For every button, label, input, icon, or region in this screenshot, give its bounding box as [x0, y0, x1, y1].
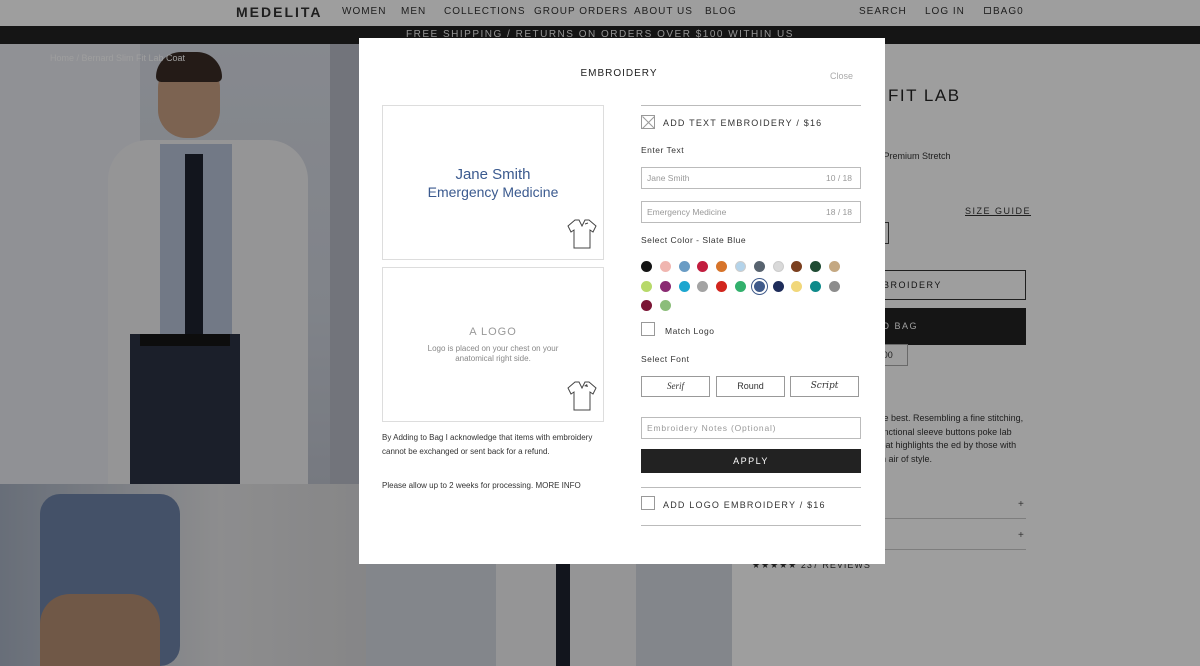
color-swatch[interactable]	[641, 300, 652, 311]
color-swatch[interactable]	[791, 280, 803, 292]
text-embroidery-checkbox[interactable]	[641, 115, 655, 129]
color-swatch[interactable]	[641, 261, 652, 272]
acknowledgement-text: By Adding to Bag I acknowledge that item…	[382, 433, 593, 456]
font-script-button[interactable]: Script	[790, 376, 859, 397]
match-logo-label: Match Logo	[665, 326, 715, 336]
processing-text: Please allow up to 2 weeks for processin…	[382, 481, 534, 490]
select-color-label: Select Color - Slate Blue	[641, 235, 747, 245]
processing-note: Please allow up to 2 weeks for processin…	[382, 481, 581, 490]
select-font-label: Select Font	[641, 354, 690, 364]
line-1-counter: 10 / 18	[826, 173, 852, 183]
color-swatch[interactable]	[772, 261, 784, 272]
logo-embroidery-preview: A LOGO Logo is placed on your chest on y…	[382, 267, 604, 422]
font-serif-button[interactable]: Serif	[641, 376, 710, 397]
color-swatch[interactable]	[659, 280, 671, 292]
embroidery-line-2-input[interactable]: Emergency Medicine 18 / 18	[641, 201, 861, 223]
embroidery-line-1-input[interactable]: Jane Smith 10 / 18	[641, 167, 861, 189]
text-embroidery-preview: Jane Smith Emergency Medicine	[382, 105, 604, 260]
enter-text-label: Enter Text	[641, 145, 685, 155]
color-swatch[interactable]	[716, 280, 728, 292]
color-swatch[interactable]	[678, 280, 690, 292]
color-swatch[interactable]	[641, 280, 652, 292]
color-swatch[interactable]	[735, 280, 746, 292]
color-swatch[interactable]	[678, 261, 690, 272]
embroidery-modal: EMBROIDERY Close Jane Smith Emergency Me…	[359, 38, 885, 564]
color-swatch[interactable]	[716, 261, 728, 272]
divider	[641, 105, 861, 106]
font-round-button[interactable]: Round	[716, 376, 785, 397]
scrub-top-icon	[567, 381, 597, 411]
color-swatch[interactable]	[735, 261, 746, 272]
color-swatch[interactable]	[659, 300, 671, 311]
close-button[interactable]: Close	[830, 71, 853, 81]
color-swatch[interactable]	[810, 261, 822, 272]
logo-preview-heading: A LOGO	[469, 326, 517, 338]
color-swatch[interactable]	[753, 261, 765, 272]
color-swatch[interactable]	[772, 280, 784, 292]
line-2-value: Emergency Medicine	[647, 207, 727, 217]
color-swatch[interactable]	[791, 261, 803, 272]
color-swatch[interactable]	[697, 280, 709, 292]
divider	[641, 525, 861, 526]
color-swatch[interactable]	[829, 280, 840, 292]
line-1-value: Jane Smith	[647, 173, 690, 183]
scrub-top-icon	[567, 219, 597, 249]
match-logo-checkbox[interactable]	[641, 322, 655, 336]
preview-line-2: Emergency Medicine	[427, 184, 559, 200]
more-info-link[interactable]: MORE INFO	[535, 481, 580, 490]
embroidery-notes-input[interactable]: Embroidery Notes (Optional)	[641, 417, 861, 439]
preview-line-1: Jane Smith	[455, 166, 531, 183]
logo-embroidery-label: ADD LOGO EMBROIDERY / $16	[663, 500, 826, 510]
color-swatch[interactable]	[753, 280, 765, 292]
line-2-counter: 18 / 18	[826, 207, 852, 217]
logo-embroidery-checkbox[interactable]	[641, 496, 655, 510]
modal-title: EMBROIDERY	[580, 68, 658, 79]
logo-preview-description: Logo is placed on your chest on your ana…	[427, 344, 559, 363]
apply-button[interactable]: APPLY	[641, 449, 861, 473]
color-swatch[interactable]	[810, 280, 822, 292]
text-embroidery-label: ADD TEXT EMBROIDERY / $16	[663, 118, 823, 128]
color-swatch[interactable]	[829, 261, 840, 272]
color-swatch[interactable]	[697, 261, 709, 272]
divider	[641, 487, 861, 488]
color-swatch[interactable]	[659, 261, 671, 272]
